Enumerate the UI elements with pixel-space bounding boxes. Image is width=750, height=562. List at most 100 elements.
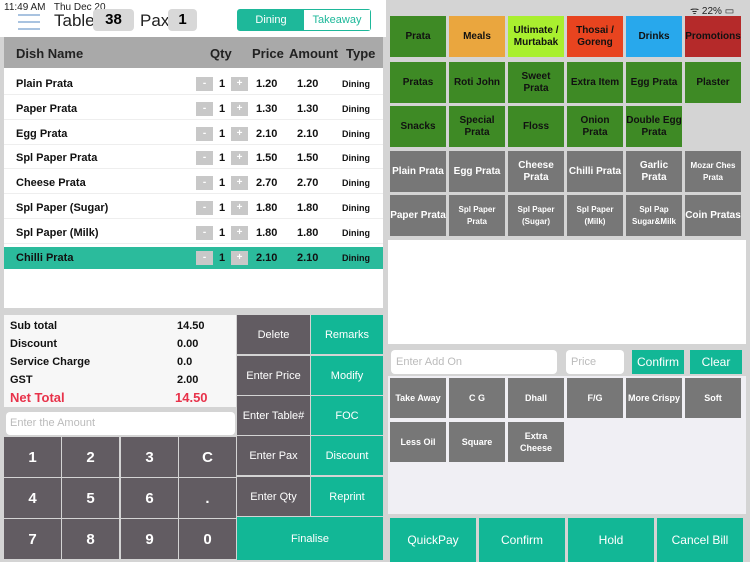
cancel-bill-button[interactable]: Cancel Bill [657,518,743,562]
qty-plus-button[interactable]: + [231,250,248,265]
menu-item[interactable]: Spl Paper Prata [449,195,505,236]
order-row[interactable]: Paper Prata 1 1.30 1.30 Dining - + [4,98,383,120]
subcategory-item[interactable]: Roti John [449,62,505,103]
dining-tab[interactable]: Dining [238,10,304,30]
subcategory-item[interactable]: Plaster [685,62,741,103]
menu-item[interactable]: Spl Paper (Sugar) [508,195,564,236]
subcategory-item[interactable]: Floss [508,106,564,147]
qty-minus-button[interactable]: - [196,101,213,116]
order-row[interactable]: Egg Prata 1 2.10 2.10 Dining - + [4,123,383,145]
modifier-button[interactable]: More Crispy [626,378,682,418]
modify-button[interactable]: Modify [311,356,383,395]
qty-plus-button[interactable]: + [231,176,248,191]
keypad-key-0[interactable]: 0 [179,519,236,559]
subcategory-item[interactable]: Egg Prata [626,62,682,103]
menu-item[interactable]: Mozar Ches Prata [685,151,741,192]
qty-minus-button[interactable]: - [196,77,213,91]
qty-minus-button[interactable]: - [196,176,213,191]
menu-item[interactable]: Coin Pratas [685,195,741,236]
qty-minus-button[interactable]: - [196,201,213,215]
quickpay-button[interactable]: QuickPay [390,518,476,562]
qty-plus-button[interactable]: + [231,101,248,116]
hold-button[interactable]: Hold [568,518,654,562]
modifier-button[interactable]: Take Away [390,378,446,418]
keypad-key-dot[interactable]: . [179,478,236,518]
hamburger-menu-icon[interactable] [18,14,40,35]
category-meals[interactable]: Meals [449,16,505,57]
enter-pax-button[interactable]: Enter Pax [237,436,310,475]
modifier-button[interactable]: C G [449,378,505,418]
addon-clear-button[interactable]: Clear [690,350,742,374]
keypad-key-2[interactable]: 2 [62,437,119,477]
subcategory-item[interactable]: Special Prata [449,106,505,147]
order-row[interactable]: Spl Paper (Sugar) 1 1.80 1.80 Dining - + [4,197,383,219]
category-promotions[interactable]: Promotions [685,16,741,57]
reprint-button[interactable]: Reprint [311,477,383,516]
category-prata[interactable]: Prata [390,16,446,57]
keypad-key-9[interactable]: 9 [121,519,178,559]
finalise-button[interactable]: Finalise [237,517,383,560]
subcategory-item[interactable]: Snacks [390,106,446,147]
delete-button[interactable]: Delete [237,315,310,354]
category-ultimate-murtabak[interactable]: Ultimate / Murtabak [508,16,564,57]
addon-confirm-button[interactable]: Confirm [632,350,684,374]
modifier-button[interactable]: F/G [567,378,623,418]
table-number[interactable]: 38 [93,9,134,31]
discount-button[interactable]: Discount [311,436,383,475]
keypad-key-1[interactable]: 1 [4,437,61,477]
qty-minus-button[interactable]: - [196,126,213,141]
enter-price-button[interactable]: Enter Price [237,356,310,395]
keypad-key-8[interactable]: 8 [62,519,119,559]
category-thosai-goreng[interactable]: Thosai / Goreng [567,16,623,57]
modifier-button[interactable]: Less Oil [390,422,446,462]
menu-item[interactable]: Garlic Prata [626,151,682,192]
menu-item[interactable]: Plain Prata [390,151,446,192]
keypad-key-6[interactable]: 6 [121,478,178,518]
modifier-button[interactable]: Square [449,422,505,462]
menu-item[interactable]: Chilli Prata [567,151,623,192]
subcategory-item[interactable]: Sweet Prata [508,62,564,103]
category-drinks[interactable]: Drinks [626,16,682,57]
subcategory-item[interactable]: Double Egg Prata [626,106,682,147]
addon-input[interactable]: Enter Add On [391,350,557,374]
menu-item[interactable]: Spl Paper (Milk) [567,195,623,236]
qty-plus-button[interactable]: + [231,151,248,166]
qty-minus-button[interactable]: - [196,250,213,265]
remarks-button[interactable]: Remarks [311,315,383,354]
menu-item[interactable]: Cheese Prata [508,151,564,192]
qty-minus-button[interactable]: - [196,225,213,240]
order-row[interactable]: Spl Paper Prata 1 1.50 1.50 Dining - + [4,147,383,170]
confirm-button[interactable]: Confirm [479,518,565,562]
takeaway-tab[interactable]: Takeaway [304,10,370,30]
mode-toggle[interactable]: Dining Takeaway [237,9,371,31]
keypad-key-3[interactable]: 3 [121,437,178,477]
order-row[interactable]: Cheese Prata 1 2.70 2.70 Dining - + [4,172,383,195]
modifier-button[interactable]: Soft [685,378,741,418]
qty-plus-button[interactable]: + [231,77,248,91]
keypad-key-5[interactable]: 5 [62,478,119,518]
amount-input[interactable]: Enter the Amount [6,412,235,435]
menu-item[interactable]: Spl Pap Sugar&Milk [626,195,682,236]
keypad-key-7[interactable]: 7 [4,519,61,559]
qty-minus-button[interactable]: - [196,151,213,166]
enter-qty-button[interactable]: Enter Qty [237,477,310,516]
keypad-key-C[interactable]: C [179,437,236,477]
qty-plus-button[interactable]: + [231,201,248,215]
order-row[interactable]: Chilli Prata 1 2.10 2.10 Dining - + [4,246,383,269]
subcategory-item[interactable]: Extra Item [567,62,623,103]
addon-price-input[interactable]: Price [566,350,624,374]
order-row[interactable]: Plain Prata 1 1.20 1.20 Dining - + [4,73,383,95]
modifier-button[interactable]: Extra Cheese [508,422,564,462]
subcategory-item[interactable]: Pratas [390,62,446,103]
foc-button[interactable]: FOC [311,396,383,435]
qty-plus-button[interactable]: + [231,126,248,141]
subcategory-item[interactable]: Onion Prata [567,106,623,147]
qty-plus-button[interactable]: + [231,225,248,240]
pax-number[interactable]: 1 [168,9,197,31]
order-row[interactable]: Spl Paper (Milk) 1 1.80 1.80 Dining - + [4,222,383,244]
menu-item[interactable]: Egg Prata [449,151,505,192]
keypad-key-4[interactable]: 4 [4,478,61,518]
enter-table--button[interactable]: Enter Table# [237,396,310,435]
menu-item[interactable]: Paper Prata [390,195,446,236]
modifier-button[interactable]: Dhall [508,378,564,418]
